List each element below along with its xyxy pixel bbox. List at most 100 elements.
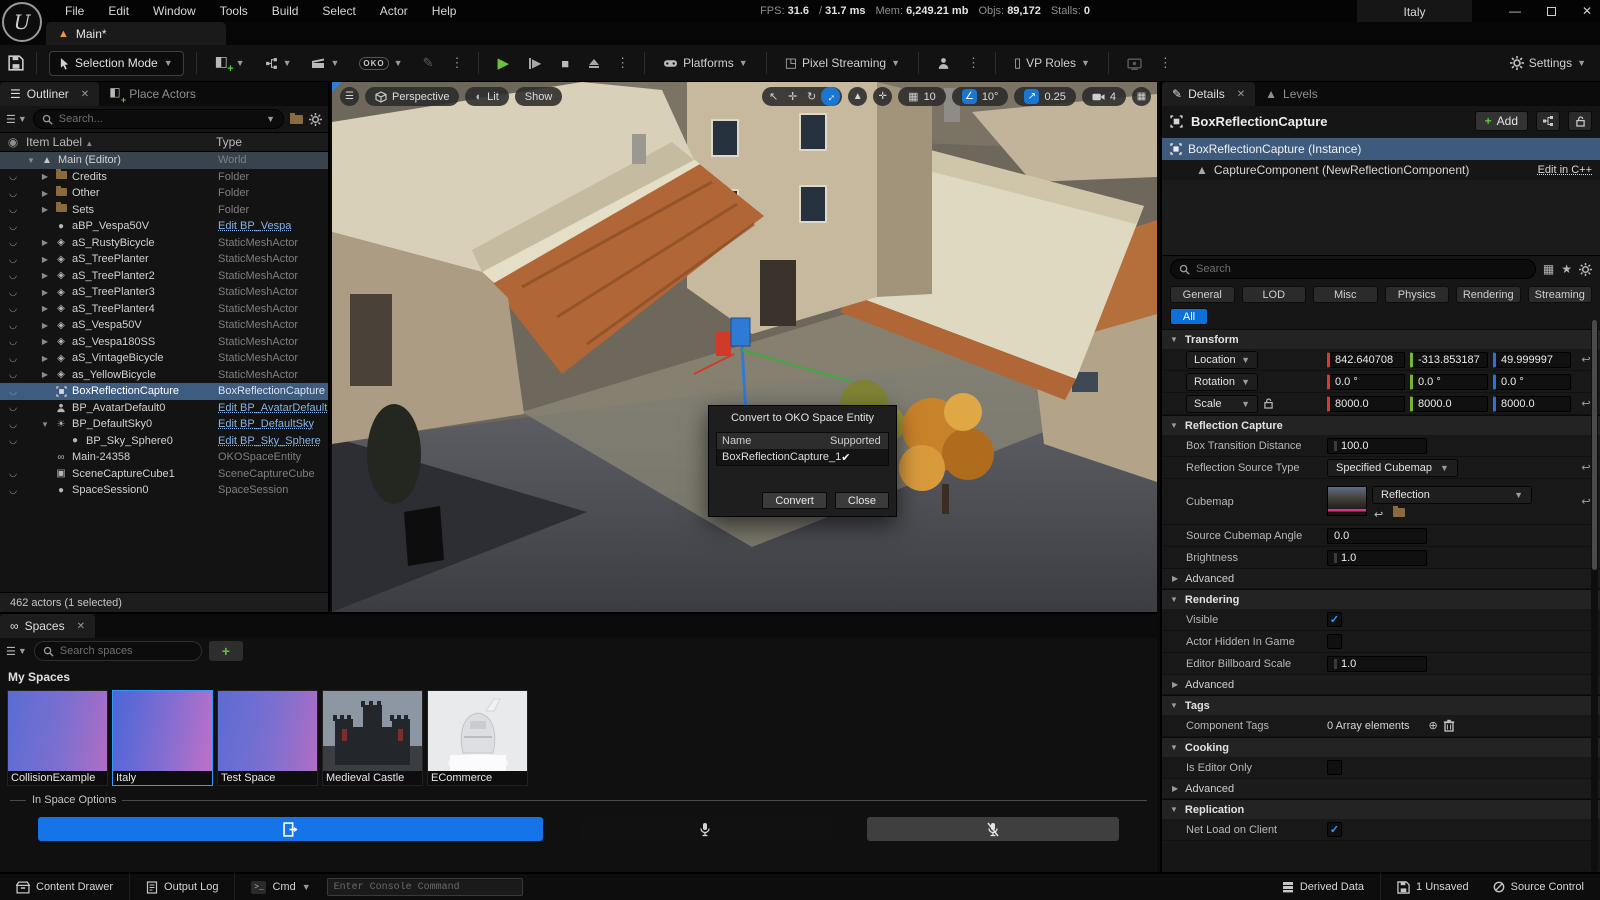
eye-closed-icon[interactable]: ◡	[0, 336, 26, 347]
tab-levels[interactable]: ▲ Levels	[1255, 82, 1328, 106]
outliner-row[interactable]: ◡▶◈aS_RustyBicycleStaticMeshActor	[0, 235, 328, 252]
details-scrollbar[interactable]	[1591, 320, 1598, 872]
outliner-row[interactable]: ◡▶◈aS_Vespa50VStaticMeshActor	[0, 317, 328, 334]
box-transition-input[interactable]: 100.0	[1327, 438, 1427, 454]
close-dialog-button[interactable]: Close	[835, 492, 889, 509]
source-cubemap-angle-input[interactable]: 0.0	[1327, 528, 1427, 544]
tab-spaces[interactable]: ∞ Spaces ✕	[0, 614, 95, 638]
close-tab-icon[interactable]: ✕	[81, 89, 89, 100]
frame-skip-button[interactable]: ▶	[523, 51, 547, 76]
add-space-button[interactable]: +	[209, 641, 243, 661]
scale-lock-icon[interactable]	[1264, 398, 1273, 409]
outliner-row[interactable]: ◡▶◈aS_TreePlanter3StaticMeshActor	[0, 284, 328, 301]
outliner-search[interactable]: ▼	[33, 109, 284, 129]
space-tile[interactable]: CollisionExample	[7, 690, 108, 786]
collab-button[interactable]	[931, 51, 956, 76]
content-drawer-button[interactable]: Content Drawer	[8, 873, 121, 900]
outliner-row[interactable]: ▼▲Main (Editor)World	[0, 152, 328, 169]
type-column[interactable]: Type	[216, 135, 328, 149]
tab-outliner[interactable]: ☰ Outliner ✕	[0, 82, 99, 106]
eye-closed-icon[interactable]: ◡	[0, 353, 26, 364]
cooking-advanced-row[interactable]: ▶Advanced	[1162, 779, 1600, 799]
filter-chip-rendering[interactable]: Rendering	[1456, 286, 1521, 303]
filter-chip-physics[interactable]: Physics	[1385, 286, 1450, 303]
rotation-snap-control[interactable]: ∠ 10°	[952, 87, 1009, 106]
outliner-settings-gear-icon[interactable]	[309, 113, 322, 126]
new-folder-icon[interactable]	[290, 115, 303, 124]
outliner-row[interactable]: ◡●aBP_Vespa50VEdit BP_Vespa	[0, 218, 328, 235]
rotate-tool[interactable]: ↻	[802, 87, 821, 106]
visibility-column-icon[interactable]: ◉	[0, 135, 26, 149]
microphone-muted-button[interactable]	[867, 817, 1119, 841]
item-label-column[interactable]: Item Label ▲	[26, 135, 216, 149]
eye-closed-icon[interactable]: ◡	[0, 468, 26, 479]
spaces-search[interactable]	[34, 641, 202, 661]
eye-closed-icon[interactable]: ◡	[0, 386, 26, 397]
play-options-dots[interactable]: ⋮	[613, 55, 632, 71]
lock-details-button[interactable]	[1568, 111, 1592, 131]
tab-details[interactable]: ✎ Details ✕	[1162, 82, 1255, 106]
perspective-dropdown[interactable]: Perspective	[365, 87, 459, 106]
menu-file[interactable]: File	[55, 2, 94, 20]
maximize-button[interactable]	[1547, 7, 1556, 16]
eye-closed-icon[interactable]: ◡	[0, 435, 26, 446]
close-tab-icon[interactable]: ✕	[1237, 89, 1245, 100]
remote-session-button[interactable]	[1121, 51, 1148, 76]
menu-tools[interactable]: Tools	[210, 2, 258, 20]
scale-x-input[interactable]: 8000.0	[1327, 396, 1405, 412]
actor-hidden-checkbox[interactable]	[1327, 634, 1342, 649]
edit-blueprint-link[interactable]: Edit BP_Vespa	[218, 220, 291, 232]
trash-icon[interactable]	[1443, 719, 1455, 732]
location-dropdown[interactable]: Location▼	[1186, 351, 1258, 369]
location-y-input[interactable]: -313.853187	[1410, 352, 1488, 368]
save-button[interactable]	[8, 55, 24, 71]
section-cooking[interactable]: ▼Cooking	[1162, 737, 1600, 757]
maximize-viewport-button[interactable]: ▦	[1132, 87, 1151, 106]
visible-checkbox[interactable]: ✓	[1327, 612, 1342, 627]
filter-chip-streaming[interactable]: Streaming	[1528, 286, 1593, 303]
space-tile[interactable]: Medieval Castle	[322, 690, 423, 786]
outliner-row[interactable]: ◡●SpaceSession0SpaceSession	[0, 482, 328, 499]
eye-closed-icon[interactable]: ◡	[0, 270, 26, 281]
reflection-advanced-row[interactable]: ▶Advanced	[1162, 569, 1600, 589]
camera-speed-control[interactable]: 4	[1082, 87, 1126, 106]
component-row[interactable]: ▲ CaptureComponent (NewReflectionCompone…	[1162, 160, 1600, 180]
spaces-search-input[interactable]	[60, 645, 193, 657]
grid-snap-control[interactable]: ▦ 10	[898, 87, 946, 106]
add-element-icon[interactable]: ⊕	[1429, 719, 1438, 732]
filter-chip-all[interactable]: All	[1170, 308, 1208, 325]
dialog-table-row[interactable]: BoxReflectionCapture_1 ✔	[717, 449, 888, 465]
source-control-button[interactable]: Source Control	[1485, 873, 1592, 900]
outliner-row[interactable]: ◡▶◈aS_TreePlanter4StaticMeshActor	[0, 301, 328, 318]
blueprints-dropdown[interactable]: ▼	[259, 51, 298, 76]
is-editor-only-checkbox[interactable]	[1327, 760, 1342, 775]
convert-button[interactable]: Convert	[762, 492, 827, 509]
tab-place-actors[interactable]: ◧+ Place Actors	[99, 82, 206, 106]
section-rendering[interactable]: ▼Rendering	[1162, 589, 1600, 609]
cubemap-thumbnail[interactable]	[1327, 486, 1367, 516]
outliner-row[interactable]: ◡▶CreditsFolder	[0, 169, 328, 186]
display-options-icon[interactable]: ▦	[1543, 262, 1554, 276]
minimize-button[interactable]: —	[1509, 4, 1521, 18]
eye-closed-icon[interactable]: ◡	[0, 485, 26, 496]
menu-help[interactable]: Help	[422, 2, 467, 20]
outliner-row[interactable]: ◡▶SetsFolder	[0, 202, 328, 219]
details-search-input[interactable]	[1196, 263, 1527, 275]
section-reflection-capture[interactable]: ▼Reflection Capture	[1162, 415, 1600, 435]
outliner-row[interactable]: ◡▶OtherFolder	[0, 185, 328, 202]
eye-closed-icon[interactable]: ◡	[0, 254, 26, 265]
menu-edit[interactable]: Edit	[98, 2, 139, 20]
menu-actor[interactable]: Actor	[370, 2, 418, 20]
edit-blueprint-link[interactable]: Edit BP_AvatarDefault	[218, 402, 327, 414]
output-log-button[interactable]: Output Log	[138, 873, 226, 900]
stop-button[interactable]: ■	[555, 51, 575, 76]
cmd-dropdown[interactable]: >_ Cmd▼	[243, 873, 318, 900]
location-z-input[interactable]: 49.999997	[1493, 352, 1571, 368]
rotation-x-input[interactable]: 0.0 °	[1327, 374, 1405, 390]
unsaved-button[interactable]: 1 Unsaved	[1389, 873, 1477, 900]
rotation-y-input[interactable]: 0.0 °	[1410, 374, 1488, 390]
outliner-row[interactable]: ◡●BP_Sky_Sphere0Edit BP_Sky_Sphere	[0, 433, 328, 450]
favorites-star-icon[interactable]: ★	[1561, 262, 1572, 276]
microphone-button[interactable]	[579, 817, 831, 841]
outliner-row[interactable]: ◡▼☀BP_DefaultSky0Edit BP_DefaultSky	[0, 416, 328, 433]
